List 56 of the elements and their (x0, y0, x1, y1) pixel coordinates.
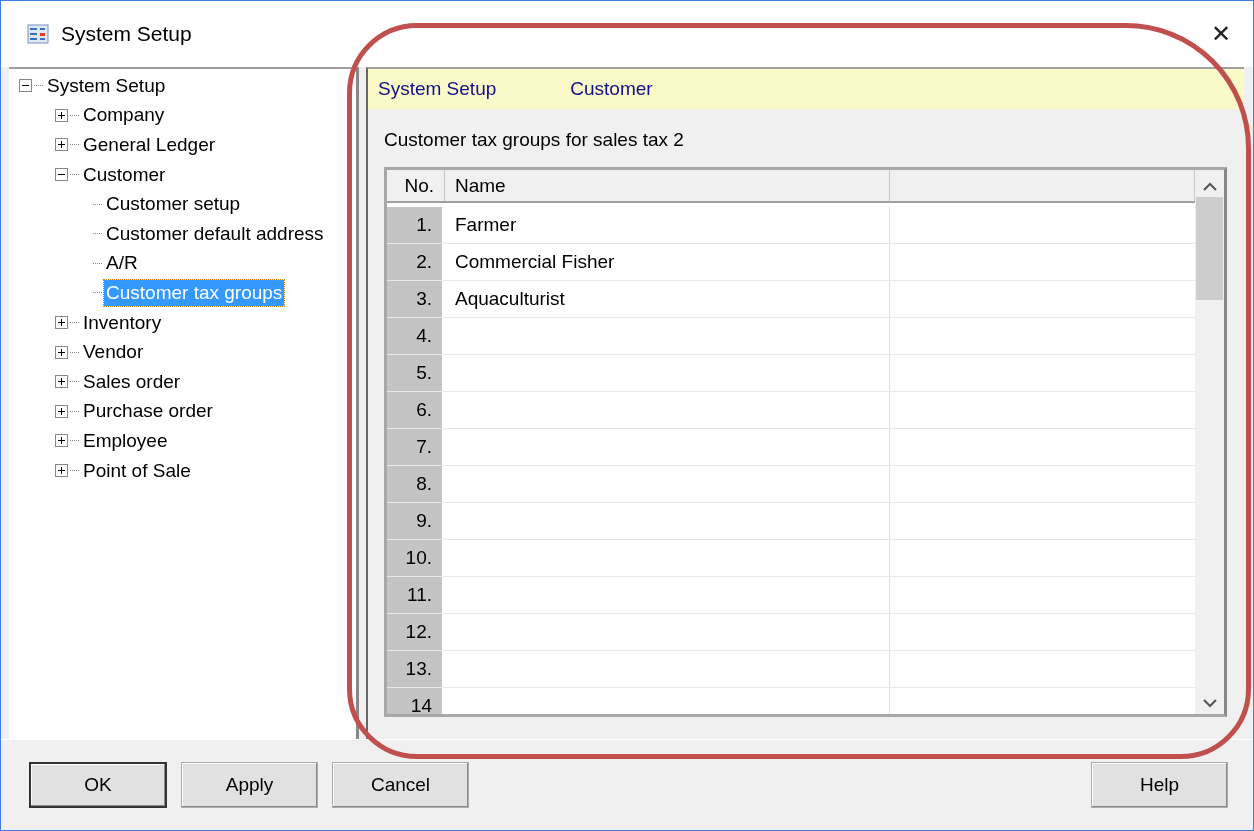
row-number: 14 (387, 688, 445, 714)
tree-item[interactable]: Inventory (81, 309, 164, 336)
tree-item[interactable]: Company (81, 102, 167, 129)
tree-item[interactable]: Purchase order (81, 398, 215, 425)
tree-item[interactable]: General Ledger (81, 132, 218, 158)
row-number: 8. (387, 466, 445, 502)
expander-icon[interactable] (55, 316, 68, 330)
table-cell[interactable]: Aquaculturist (445, 281, 890, 317)
row-number: 3. (387, 281, 445, 317)
app-icon (27, 24, 49, 44)
tree-item[interactable]: Customer setup (104, 191, 243, 218)
row-number: 5. (387, 355, 445, 391)
close-button[interactable]: ✕ (1202, 16, 1239, 52)
row-number: 4. (387, 318, 445, 354)
tree-item[interactable]: A/R (104, 250, 140, 277)
section-label: Customer tax groups for sales tax 2 (384, 129, 685, 151)
column-header[interactable]: No. (387, 170, 445, 201)
breadcrumb-item: System Setup (378, 78, 497, 100)
dialog-button[interactable]: Cancel (332, 762, 469, 808)
scroll-up-icon[interactable] (1202, 182, 1217, 191)
scroll-down-icon[interactable] (1202, 699, 1217, 708)
tree-item[interactable]: Sales order (81, 368, 183, 395)
row-number: 1. (387, 207, 445, 243)
row-number: 7. (387, 429, 445, 465)
vertical-scrollbar[interactable] (1195, 170, 1224, 714)
row-number: 12. (387, 614, 445, 650)
row-number: 13. (387, 651, 445, 687)
expander-icon[interactable] (55, 464, 68, 477)
expander-icon[interactable] (55, 138, 68, 152)
tree-item[interactable]: System Setup (45, 72, 168, 99)
tree-item[interactable]: Customer (81, 161, 168, 188)
scroll-thumb[interactable] (1196, 197, 1223, 300)
dialog-button[interactable]: Apply (181, 762, 318, 808)
row-number: 10. (387, 540, 445, 576)
row-number: 11. (387, 577, 445, 613)
tree-item[interactable]: Point of Sale (81, 457, 193, 484)
row-number: 6. (387, 392, 445, 428)
table-cell[interactable]: Commercial Fisher (445, 244, 890, 280)
expander-icon[interactable] (55, 345, 68, 359)
expander-icon[interactable] (55, 108, 68, 122)
tree-item[interactable]: Customer default address (104, 220, 326, 247)
expander-icon[interactable] (55, 404, 68, 418)
expander-icon[interactable] (19, 79, 32, 93)
expander-icon[interactable] (55, 168, 68, 182)
row-number: 9. (387, 503, 445, 539)
tree-item[interactable]: Vendor (81, 339, 146, 366)
expander-icon[interactable] (55, 434, 68, 448)
window-title: System Setup (61, 22, 192, 46)
breadcrumb-item: Customer (570, 78, 653, 100)
table-cell[interactable]: Farmer (445, 207, 890, 243)
row-number: 2. (387, 244, 445, 280)
help-button[interactable]: Help (1091, 762, 1228, 808)
tree-item[interactable]: Employee (81, 427, 170, 454)
expander-icon[interactable] (55, 375, 68, 389)
column-header[interactable]: Name (445, 170, 890, 201)
dialog-button[interactable]: OK (29, 762, 167, 808)
